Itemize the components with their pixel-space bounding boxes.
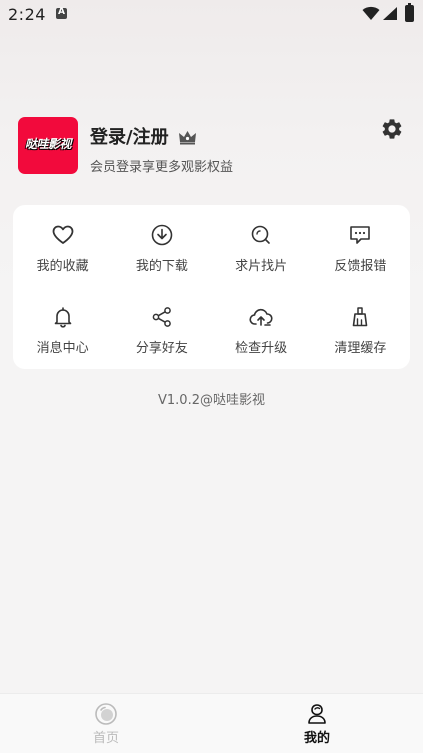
- nav-label-mine: 我的: [303, 731, 330, 746]
- profile-header: 哒哇影视 登录/注册 会员登录享更多观影权益: [18, 117, 408, 177]
- cloud-upload-icon: [249, 308, 273, 326]
- menu-card: 我的收藏 我的下载 求片找片 反馈报错 消息中心 分享好友 检查升级 清理缓存: [13, 205, 410, 369]
- crown-icon: [178, 131, 196, 145]
- menu-item-share[interactable]: 分享好友: [112, 287, 211, 369]
- download-icon: [151, 224, 173, 246]
- menu-item-request-movie[interactable]: 求片找片: [212, 205, 311, 287]
- menu-item-label: 消息中心: [36, 341, 89, 356]
- battery-icon: [405, 3, 414, 22]
- notification-a-icon: [56, 7, 67, 19]
- menu-item-messages[interactable]: 消息中心: [13, 287, 112, 369]
- menu-item-label: 分享好友: [135, 341, 188, 356]
- menu-item-downloads[interactable]: 我的下载: [112, 205, 211, 287]
- wifi-icon: [362, 6, 380, 20]
- version-text: V1.0.2@哒哇影视: [158, 393, 265, 408]
- gear-icon[interactable]: [380, 117, 404, 141]
- nav-label-home: 首页: [92, 731, 119, 746]
- bottom-nav: 首页 我的: [0, 693, 423, 753]
- menu-item-label: 清理缓存: [334, 341, 387, 356]
- bell-icon: [54, 307, 71, 328]
- menu-item-feedback[interactable]: 反馈报错: [311, 205, 410, 287]
- status-bar: 2:24: [0, 0, 423, 28]
- logo-text: 哒哇影视: [24, 137, 72, 151]
- app-logo[interactable]: 哒哇影视: [18, 117, 78, 174]
- search-icon: [251, 225, 270, 244]
- heart-icon: [52, 225, 74, 244]
- menu-grid: 我的收藏 我的下载 求片找片 反馈报错 消息中心 分享好友 检查升级 清理缓存: [13, 205, 410, 369]
- menu-item-label: 检查升级: [235, 341, 288, 356]
- menu-item-label: 我的下载: [135, 259, 188, 274]
- menu-item-label: 求片找片: [235, 259, 288, 274]
- login-register-link[interactable]: 登录/注册: [90, 123, 169, 149]
- menu-item-label: 反馈报错: [334, 259, 387, 274]
- signal-icon: [383, 7, 397, 20]
- nav-tab-mine[interactable]: 我的: [277, 702, 357, 746]
- menu-item-favorites[interactable]: 我的收藏: [13, 205, 112, 287]
- home-icon: [95, 703, 117, 725]
- nav-tab-home[interactable]: 首页: [66, 702, 146, 746]
- feedback-icon: [350, 226, 371, 244]
- profile-icon: [308, 704, 326, 724]
- menu-item-clear-cache[interactable]: 清理缓存: [311, 287, 410, 369]
- member-subtitle: 会员登录享更多观影权益: [90, 160, 234, 175]
- menu-item-check-update[interactable]: 检查升级: [212, 287, 311, 369]
- login-title-row[interactable]: 登录/注册: [90, 123, 197, 149]
- share-icon: [152, 307, 171, 327]
- brush-icon: [353, 307, 368, 327]
- status-time: 2:24: [8, 5, 46, 24]
- menu-item-label: 我的收藏: [36, 259, 89, 274]
